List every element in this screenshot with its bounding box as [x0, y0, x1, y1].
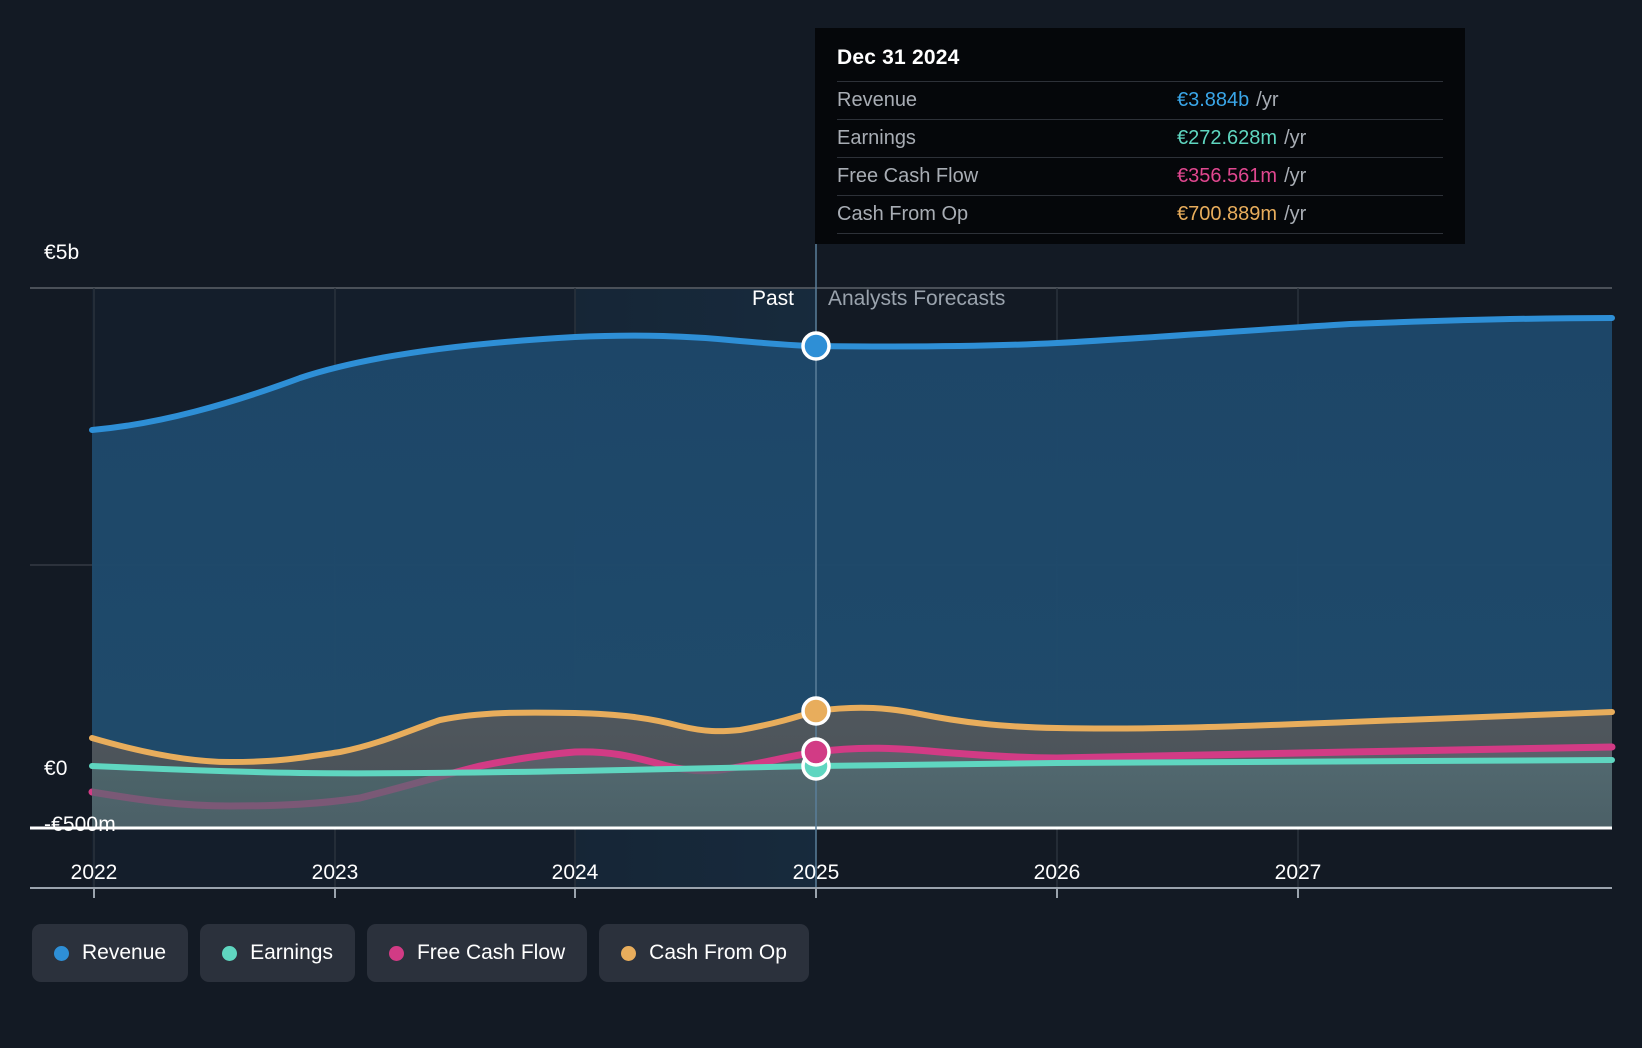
tooltip-value-cash-from-op: €700.889m [1177, 203, 1278, 225]
marker-cash-from-op[interactable] [801, 696, 831, 726]
tooltip-label-revenue: Revenue [837, 89, 918, 111]
past-caption: Past [752, 287, 795, 310]
legend-item-revenue[interactable]: Revenue [32, 924, 189, 982]
legend-dot-cash-from-op-icon [621, 945, 637, 961]
legend-dot-earnings-icon [222, 945, 238, 961]
legend-dot-revenue-icon [54, 945, 69, 961]
legend-item-cash-from-op[interactable]: Cash From Op [599, 924, 809, 982]
tooltip-row-earnings: Earnings €272.628m /yr [837, 119, 1443, 157]
x-axis-label-2027: 2027 [1274, 861, 1322, 884]
y-axis-label-zero: €0 [44, 757, 68, 780]
x-axis-label-2026: 2026 [1033, 861, 1081, 884]
tooltip-label-earnings: Earnings [837, 127, 916, 149]
legend-label-free-cash-flow: Free Cash Flow [416, 941, 566, 964]
tooltip-unit-cash-from-op: /yr [1284, 203, 1307, 225]
tooltip-value-free-cash-flow: €356.561m [1177, 165, 1278, 187]
tooltip-unit-earnings: /yr [1284, 127, 1307, 149]
tooltip-unit-free-cash-flow: /yr [1284, 165, 1307, 187]
y-axis-label-5b: €5b [44, 241, 80, 264]
y-axis-label-neg500: -€500m [44, 813, 116, 836]
legend-dot-free-cash-flow-icon [388, 945, 404, 961]
tooltip-row-cash-from-op: Cash From Op €700.889m /yr [837, 195, 1443, 234]
legend-item-free-cash-flow[interactable]: Free Cash Flow [366, 924, 588, 982]
tooltip-row-free-cash-flow: Free Cash Flow €356.561m /yr [837, 157, 1443, 195]
x-axis-label-2023: 2023 [311, 861, 359, 884]
legend-label-revenue: Revenue [82, 941, 167, 964]
chart-root: €5b €0 -€500m 2022 2023 2024 2025 2026 2… [0, 0, 1642, 1048]
tooltip-row-revenue: Revenue €3.884b /yr [837, 81, 1443, 119]
tooltip-date: Dec 31 2024 [837, 46, 960, 69]
legend-item-earnings[interactable]: Earnings [200, 924, 355, 982]
data-tooltip: Dec 31 2024 Revenue €3.884b /yr Earnings… [815, 28, 1465, 244]
tooltip-value-earnings: €272.628m [1177, 127, 1278, 149]
x-axis-label-2024: 2024 [551, 861, 599, 884]
tooltip-unit-revenue: /yr [1256, 89, 1279, 111]
marker-free-cash-flow[interactable] [801, 737, 831, 767]
legend-label-cash-from-op: Cash From Op [649, 941, 787, 964]
tooltip-label-cash-from-op: Cash From Op [837, 203, 969, 225]
x-axis-label-2025: 2025 [792, 861, 840, 884]
chart-legend: Revenue Earnings Free Cash Flow Cash Fro… [32, 924, 809, 982]
tooltip-value-revenue: €3.884b [1177, 89, 1250, 111]
marker-revenue[interactable] [801, 331, 831, 361]
forecast-caption: Analysts Forecasts [828, 287, 1006, 310]
tooltip-label-free-cash-flow: Free Cash Flow [837, 165, 979, 187]
legend-label-earnings: Earnings [250, 941, 333, 964]
x-axis-label-2022: 2022 [70, 861, 118, 884]
